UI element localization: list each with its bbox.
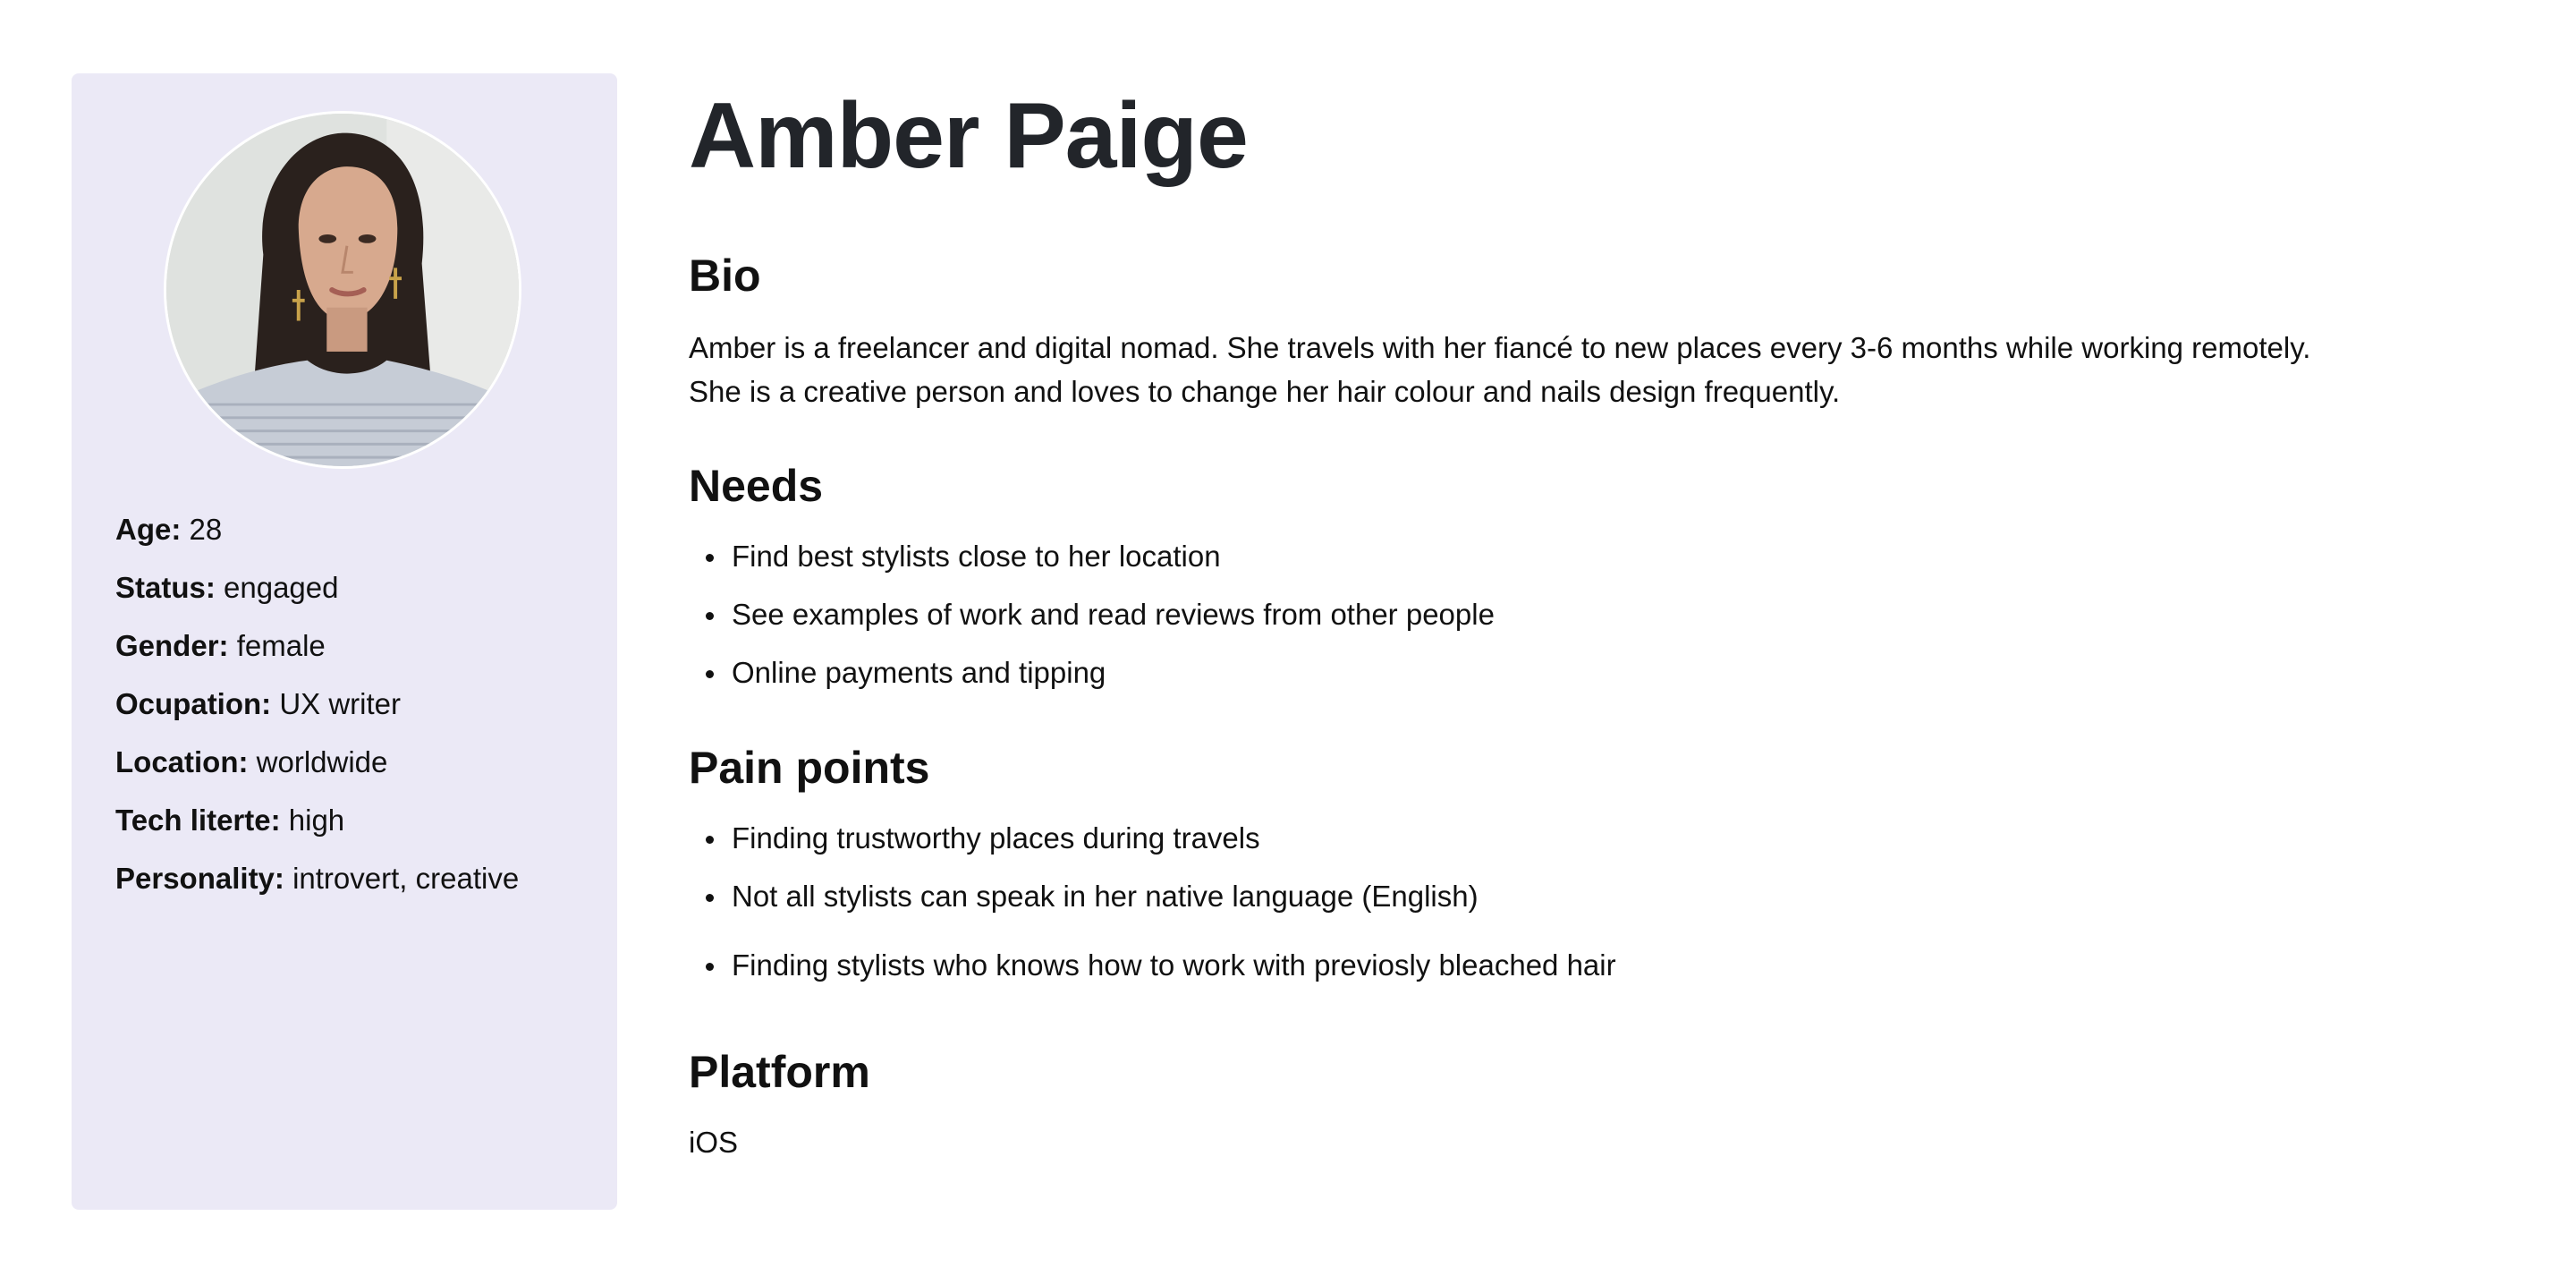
platform-heading: Platform bbox=[689, 1047, 870, 1097]
fact-label: Tech literte: bbox=[115, 804, 281, 837]
fact-label: Personality: bbox=[115, 862, 284, 895]
persona-sidebar: Age: 28 Status: engaged Gender: female O… bbox=[72, 73, 617, 1210]
needs-list: Find best stylists close to her location… bbox=[689, 539, 1495, 713]
bio-line: She is a creative person and loves to ch… bbox=[689, 375, 1841, 408]
fact-value: worldwide bbox=[256, 745, 388, 778]
list-item: Finding stylists who knows how to work w… bbox=[689, 948, 1616, 1006]
list-item: Online payments and tipping bbox=[689, 655, 1495, 713]
fact-tech-literacy: Tech literte: high bbox=[115, 803, 519, 861]
persona-name: Amber Paige bbox=[689, 84, 1249, 188]
list-item: Finding trustworthy places during travel… bbox=[689, 821, 1616, 879]
fact-value: 28 bbox=[189, 513, 223, 546]
fact-label: Location: bbox=[115, 745, 249, 778]
platform-value: iOS bbox=[689, 1126, 739, 1159]
fact-location: Location: worldwide bbox=[115, 744, 519, 803]
persona-photo bbox=[166, 114, 519, 466]
fact-label: Age: bbox=[115, 513, 182, 546]
pain-points-heading: Pain points bbox=[689, 743, 930, 793]
fact-personality: Personality: introvert, creative bbox=[115, 861, 519, 919]
persona-facts: Age: 28 Status: engaged Gender: female O… bbox=[115, 512, 519, 919]
fact-label: Ocupation: bbox=[115, 687, 272, 720]
fact-age: Age: 28 bbox=[115, 512, 519, 570]
fact-value: engaged bbox=[224, 571, 339, 604]
fact-occupation: Ocupation: UX writer bbox=[115, 686, 519, 744]
bio-heading: Bio bbox=[689, 251, 761, 301]
fact-value: high bbox=[288, 804, 345, 837]
fact-label: Gender: bbox=[115, 629, 229, 662]
needs-heading: Needs bbox=[689, 461, 824, 511]
fact-label: Status: bbox=[115, 571, 216, 604]
list-item: Find best stylists close to her location bbox=[689, 539, 1495, 597]
persona-avatar bbox=[164, 111, 521, 469]
fact-status: Status: engaged bbox=[115, 570, 519, 628]
list-item: See examples of work and read reviews fr… bbox=[689, 597, 1495, 655]
fact-value: female bbox=[236, 629, 326, 662]
fact-gender: Gender: female bbox=[115, 628, 519, 686]
bio-line: Amber is a freelancer and digital nomad.… bbox=[689, 331, 2311, 364]
fact-value: UX writer bbox=[279, 687, 402, 720]
list-item: Not all stylists can speak in her native… bbox=[689, 879, 1616, 948]
pain-points-list: Finding trustworthy places during travel… bbox=[689, 821, 1616, 1006]
fact-value: introvert, creative bbox=[292, 862, 520, 895]
bio-text: Amber is a freelancer and digital nomad.… bbox=[689, 326, 2310, 413]
